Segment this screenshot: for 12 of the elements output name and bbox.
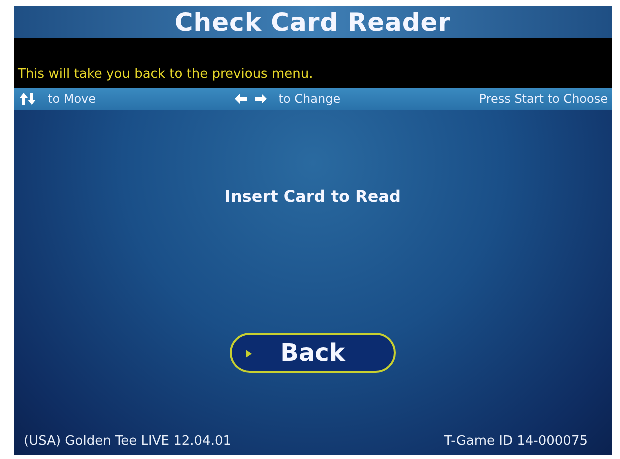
game-id-text: T-Game ID 14-000075 — [444, 434, 588, 449]
message-text: Insert Card to Read — [225, 187, 401, 206]
hint-text: to Change — [278, 92, 341, 106]
description-text: This will take you back to the previous menu. — [18, 67, 314, 82]
pointer-icon — [246, 350, 252, 358]
screen-title: Check Card Reader — [174, 8, 452, 36]
version-text: (USA) Golden Tee LIVE 12.04.01 — [24, 434, 232, 449]
up-down-arrows-icon — [20, 93, 36, 105]
hint-text: to Move — [48, 92, 96, 106]
left-right-arrows-icon — [234, 94, 267, 104]
back-button[interactable]: Back — [230, 333, 396, 373]
hint-text: Press Start to Choose — [479, 92, 608, 106]
